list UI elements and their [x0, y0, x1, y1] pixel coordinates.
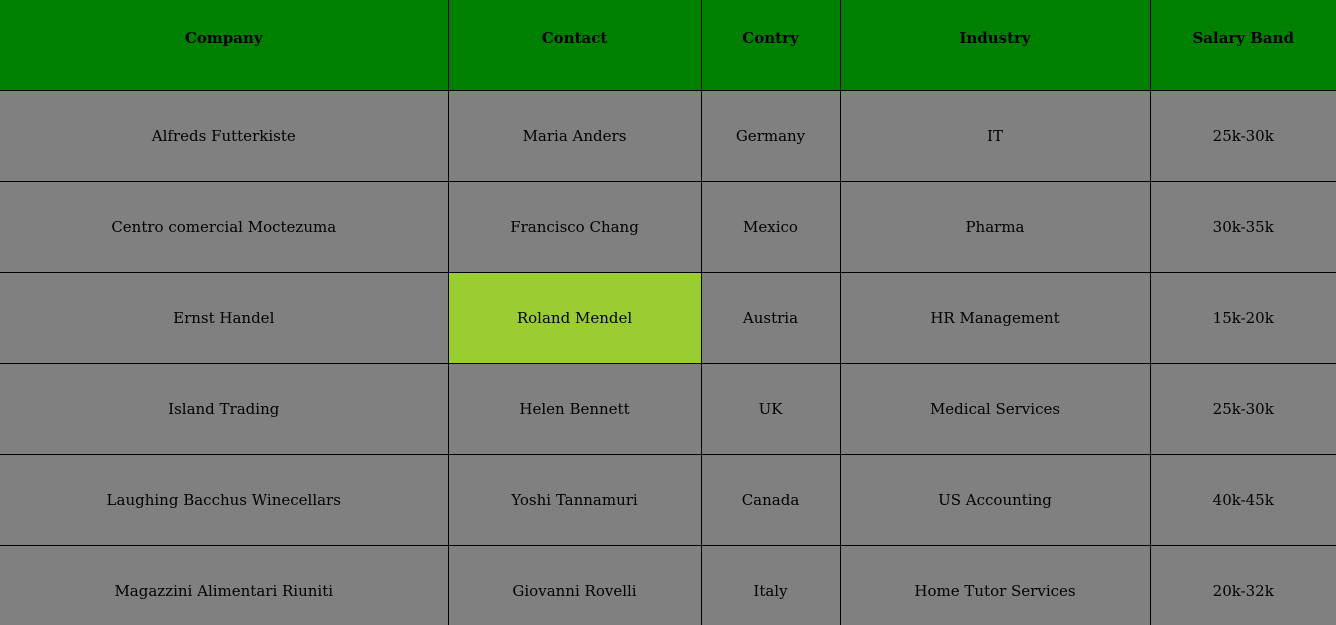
- table-row: Island Trading Helen Bennett UK Medical …: [0, 363, 1336, 455]
- header-salary-band: Salary Band: [1149, 0, 1336, 91]
- cell-country: Canada: [700, 454, 841, 546]
- table-row: Magazzini Alimentari Riuniti Giovanni Ro…: [0, 545, 1336, 625]
- table-header-row: Company Contact Contry Industry Salary B…: [0, 0, 1336, 91]
- header-contact: Contact: [447, 0, 702, 91]
- cell-company: Alfreds Futterkiste: [0, 90, 449, 182]
- cell-contact: Francisco Chang: [447, 181, 702, 273]
- cell-company: Ernst Handel: [0, 272, 449, 364]
- table-row: Laughing Bacchus Winecellars Yoshi Tanna…: [0, 454, 1336, 546]
- cell-contact: Yoshi Tannamuri: [447, 454, 702, 546]
- cell-industry: IT: [839, 90, 1151, 182]
- cell-contact: Giovanni Rovelli: [447, 545, 702, 625]
- table-row: Alfreds Futterkiste Maria Anders Germany…: [0, 90, 1336, 182]
- cell-country: Germany: [700, 90, 841, 182]
- cell-industry: US Accounting: [839, 454, 1151, 546]
- cell-country: Austria: [700, 272, 841, 364]
- cell-country: Italy: [700, 545, 841, 625]
- cell-industry: Home Tutor Services: [839, 545, 1151, 625]
- data-table: Company Contact Contry Industry Salary B…: [0, 0, 1336, 625]
- cell-salary-band: 40k-45k: [1149, 454, 1336, 546]
- cell-salary-band: 25k-30k: [1149, 90, 1336, 182]
- cell-contact-highlighted: Roland Mendel: [447, 272, 702, 364]
- table-row: Centro comercial Moctezuma Francisco Cha…: [0, 181, 1336, 273]
- cell-country: UK: [700, 363, 841, 455]
- header-company: Company: [0, 0, 449, 91]
- header-industry: Industry: [839, 0, 1151, 91]
- cell-salary-band: 15k-20k: [1149, 272, 1336, 364]
- cell-contact: Maria Anders: [447, 90, 702, 182]
- header-country: Contry: [700, 0, 841, 91]
- table-row: Ernst Handel Roland Mendel Austria HR Ma…: [0, 272, 1336, 364]
- cell-industry: Pharma: [839, 181, 1151, 273]
- cell-contact: Helen Bennett: [447, 363, 702, 455]
- cell-company: Island Trading: [0, 363, 449, 455]
- cell-industry: HR Management: [839, 272, 1151, 364]
- cell-salary-band: 30k-35k: [1149, 181, 1336, 273]
- cell-company: Laughing Bacchus Winecellars: [0, 454, 449, 546]
- cell-industry: Medical Services: [839, 363, 1151, 455]
- cell-salary-band: 25k-30k: [1149, 363, 1336, 455]
- cell-salary-band: 20k-32k: [1149, 545, 1336, 625]
- cell-company: Magazzini Alimentari Riuniti: [0, 545, 449, 625]
- cell-company: Centro comercial Moctezuma: [0, 181, 449, 273]
- cell-country: Mexico: [700, 181, 841, 273]
